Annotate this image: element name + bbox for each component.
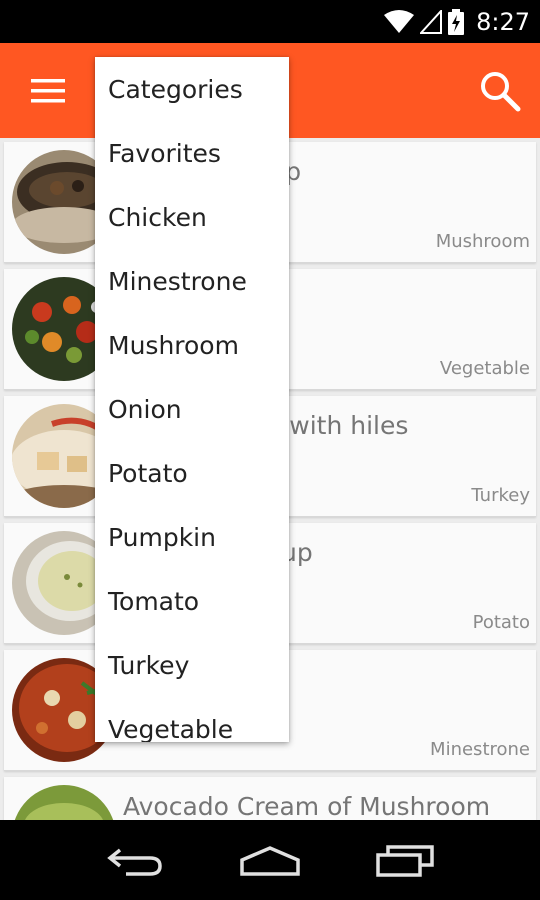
- recipe-thumbnail: [12, 785, 116, 820]
- battery-icon: [448, 9, 465, 35]
- dropdown-item-onion[interactable]: Onion: [95, 377, 289, 441]
- search-button[interactable]: [474, 65, 526, 117]
- recipe-category: Mushroom: [435, 231, 530, 252]
- dropdown-item-chicken[interactable]: Chicken: [95, 185, 289, 249]
- dropdown-item-pumpkin[interactable]: Pumpkin: [95, 506, 289, 570]
- recents-icon: [376, 845, 434, 877]
- signal-icon: [420, 10, 443, 34]
- search-icon: [481, 72, 521, 112]
- home-icon: [240, 846, 300, 876]
- recipe-category: Vegetable: [439, 358, 530, 379]
- dropdown-item-minestrone[interactable]: Minestrone: [95, 249, 289, 313]
- dropdown-item-vegetable[interactable]: Vegetable: [95, 698, 289, 742]
- clock: 8:27: [476, 8, 530, 36]
- hamburger-icon: [31, 79, 65, 103]
- dropdown-item-categories[interactable]: Categories: [95, 57, 289, 121]
- menu-button[interactable]: [20, 71, 76, 111]
- dropdown-item-tomato[interactable]: Tomato: [95, 570, 289, 634]
- recipe-category: Potato: [472, 612, 530, 633]
- dropdown-item-mushroom[interactable]: Mushroom: [95, 313, 289, 377]
- recipe-category: Minestrone: [430, 739, 530, 760]
- category-dropdown[interactable]: Categories Favorites Chicken Minestrone …: [95, 57, 289, 742]
- wifi-icon: [384, 10, 415, 33]
- system-nav-bar: [0, 820, 540, 900]
- recipe-card[interactable]: Avocado Cream of Mushroom: [4, 777, 536, 820]
- recipe-title: Avocado Cream of Mushroom: [123, 792, 491, 820]
- back-icon: [107, 848, 162, 876]
- dropdown-item-potato[interactable]: Potato: [95, 442, 289, 506]
- dropdown-item-turkey[interactable]: Turkey: [95, 634, 289, 698]
- home-button[interactable]: [235, 836, 305, 886]
- recipe-category: Turkey: [471, 485, 530, 506]
- dropdown-item-favorites[interactable]: Favorites: [95, 121, 289, 185]
- status-icons: 8:27: [384, 6, 530, 38]
- recents-button[interactable]: [370, 836, 440, 886]
- back-button[interactable]: [100, 836, 170, 886]
- status-bar: 8:27: [0, 0, 540, 43]
